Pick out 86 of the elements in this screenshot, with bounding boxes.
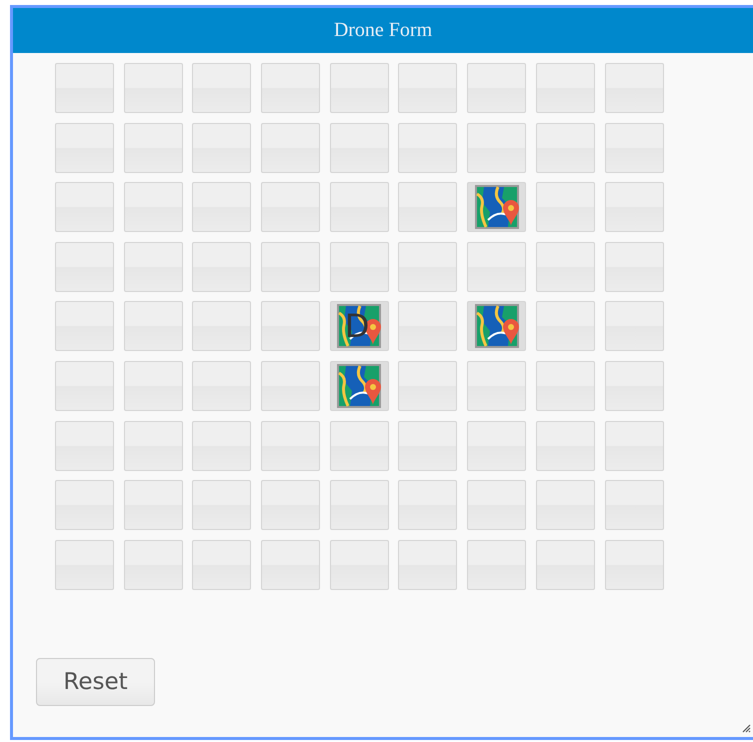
grid-cell[interactable] [467, 242, 526, 292]
grid-cell[interactable] [604, 182, 664, 232]
map-cell[interactable] [330, 360, 389, 411]
grid-cell[interactable] [398, 301, 458, 352]
grid-cell[interactable] [604, 420, 664, 471]
grid-cell[interactable] [261, 63, 320, 113]
grid-cell[interactable] [604, 480, 664, 530]
grid-cell[interactable] [192, 540, 252, 590]
map-cell[interactable] [467, 301, 526, 352]
grid-cell[interactable] [124, 540, 183, 590]
grid-cell[interactable] [604, 301, 664, 352]
resize-grip-icon [741, 723, 751, 733]
grid-cell[interactable] [398, 480, 458, 530]
grid-cell[interactable] [536, 480, 595, 530]
grid-cell[interactable] [124, 182, 183, 232]
grid-cell[interactable] [536, 122, 595, 173]
grid-cell[interactable] [330, 420, 389, 471]
grid-cell[interactable] [55, 63, 114, 113]
grid-cell[interactable] [55, 301, 114, 352]
grid-cell[interactable] [192, 63, 252, 113]
grid-cell[interactable] [467, 540, 526, 590]
grid-cell[interactable] [536, 420, 595, 471]
grid-cell[interactable] [604, 540, 664, 590]
grid-cell[interactable] [124, 480, 183, 530]
grid-cell[interactable] [604, 63, 664, 113]
grid-cell[interactable] [467, 420, 526, 471]
grid-cell[interactable] [261, 122, 320, 173]
grid-cell[interactable] [192, 182, 252, 232]
reset-button[interactable]: Reset [36, 658, 155, 706]
grid-cell[interactable] [398, 63, 458, 113]
grid-cell[interactable] [55, 182, 114, 232]
grid-cell[interactable] [261, 420, 320, 471]
grid-cell[interactable] [398, 242, 458, 292]
grid-cell[interactable] [55, 480, 114, 530]
grid-cell[interactable] [261, 360, 320, 411]
grid-cell[interactable] [467, 122, 526, 173]
grid-cell[interactable] [604, 360, 664, 411]
grid-cell[interactable] [192, 420, 252, 471]
grid-cell[interactable] [398, 540, 458, 590]
grid-cell[interactable] [536, 182, 595, 232]
grid-cell[interactable] [124, 242, 183, 292]
grid-cell[interactable] [261, 242, 320, 292]
grid-cell[interactable] [192, 360, 252, 411]
grid-cell[interactable] [124, 301, 183, 352]
grid-cell[interactable] [536, 242, 595, 292]
grid-cell[interactable] [398, 182, 458, 232]
map-pin-icon [474, 184, 520, 230]
grid-cell[interactable] [330, 242, 389, 292]
grid-cell[interactable] [604, 122, 664, 173]
grid-cell[interactable] [192, 301, 252, 352]
grid-cell[interactable] [604, 242, 664, 292]
grid-cell[interactable] [330, 540, 389, 590]
grid-cell[interactable] [124, 360, 183, 411]
grid-cell[interactable] [55, 242, 114, 292]
grid-cell[interactable] [192, 122, 252, 173]
grid-cell[interactable] [261, 182, 320, 232]
grid-cell[interactable] [124, 63, 183, 113]
grid-cell[interactable] [398, 122, 458, 173]
grid-cell[interactable] [330, 480, 389, 530]
grid-cell[interactable] [124, 420, 183, 471]
grid-cell[interactable] [398, 360, 458, 411]
grid-cell[interactable] [330, 122, 389, 173]
grid-cell[interactable] [192, 480, 252, 530]
grid-cell[interactable] [536, 540, 595, 590]
grid-cell[interactable] [330, 182, 389, 232]
grid-cell[interactable] [55, 122, 114, 173]
grid-cell[interactable] [467, 360, 526, 411]
map-pin-icon [336, 362, 382, 409]
grid-cell[interactable] [124, 122, 183, 173]
window-title: Drone Form [334, 19, 432, 42]
grid-cell[interactable] [261, 480, 320, 530]
grid-cell[interactable] [55, 540, 114, 590]
grid-cell[interactable] [330, 63, 389, 113]
grid-cell[interactable] [536, 63, 595, 113]
map-cell[interactable] [467, 182, 526, 232]
grid-cell[interactable] [261, 540, 320, 590]
grid-cell[interactable] [536, 301, 595, 352]
grid-cell[interactable] [192, 242, 252, 292]
map-pin-icon [474, 303, 520, 350]
grid-cell[interactable] [261, 301, 320, 352]
grid-cell[interactable] [398, 420, 458, 471]
grid-cell[interactable] [467, 63, 526, 113]
grid-cell[interactable] [536, 360, 595, 411]
grid-cell[interactable] [55, 420, 114, 471]
grid-cell[interactable] [467, 480, 526, 530]
grid-cell[interactable] [55, 360, 114, 411]
